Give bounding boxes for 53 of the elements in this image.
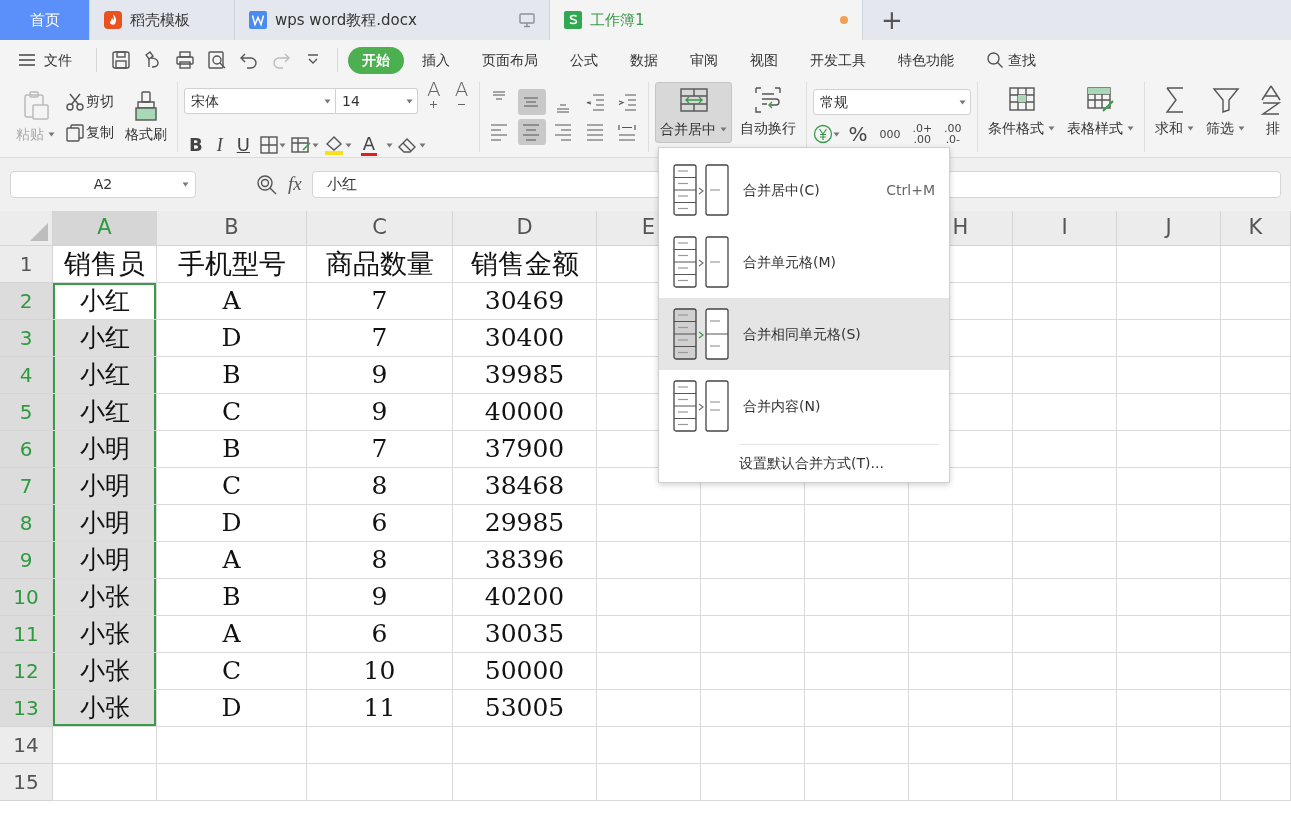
table-cell: 6 (307, 616, 453, 653)
table-cell: A (157, 283, 307, 320)
table-cell: 小明 (53, 505, 157, 542)
table-cell: 38396 (453, 542, 597, 579)
table-cell: 商品数量 (307, 246, 453, 283)
table-cell: 11 (307, 690, 453, 727)
table-cell: 销售员 (53, 246, 157, 283)
table-cell: 销售金额 (453, 246, 597, 283)
table-cell: 50000 (453, 653, 597, 690)
table-cell: 30400 (453, 320, 597, 357)
table-cell: 6 (307, 505, 453, 542)
table-cell: 8 (307, 542, 453, 579)
shortcut-label: Ctrl+M (886, 180, 935, 200)
table-cell: 29985 (453, 505, 597, 542)
table-cell: 39985 (453, 357, 597, 394)
table-cell: 小明 (53, 542, 157, 579)
table-cell: 8 (307, 468, 453, 505)
table-cell: 7 (307, 320, 453, 357)
table-cell: 小红 (53, 357, 157, 394)
table-cell: C (157, 653, 307, 690)
table-cell: 7 (307, 283, 453, 320)
table-cell: 40000 (453, 394, 597, 431)
table-cell: 小红 (53, 283, 157, 320)
table-cell: B (157, 579, 307, 616)
table-cell: A (157, 616, 307, 653)
table-cell: 30469 (453, 283, 597, 320)
table-cell: 小红 (53, 394, 157, 431)
table-cell: 小张 (53, 616, 157, 653)
table-cell: D (157, 320, 307, 357)
table-cell: 小张 (53, 579, 157, 616)
table-cell: B (157, 357, 307, 394)
table-cell: 30035 (453, 616, 597, 653)
table-cell: 10 (307, 653, 453, 690)
table-cell: 40200 (453, 579, 597, 616)
table-cell: 小明 (53, 468, 157, 505)
table-cell: 9 (307, 579, 453, 616)
table-cell: 小红 (53, 320, 157, 357)
table-cell: C (157, 468, 307, 505)
table-cell: 37900 (453, 431, 597, 468)
table-cell: 手机型号 (157, 246, 307, 283)
table-cell: C (157, 394, 307, 431)
table-cell: 38468 (453, 468, 597, 505)
table-cell: 7 (307, 431, 453, 468)
table-cell: 小张 (53, 653, 157, 690)
table-cell: 53005 (453, 690, 597, 727)
table-cell: 小张 (53, 690, 157, 727)
table-cell: D (157, 690, 307, 727)
table-cell: B (157, 431, 307, 468)
table-cell: 9 (307, 357, 453, 394)
table-cell: 9 (307, 394, 453, 431)
table-cell: 小明 (53, 431, 157, 468)
table-cell: A (157, 542, 307, 579)
table-cell: D (157, 505, 307, 542)
